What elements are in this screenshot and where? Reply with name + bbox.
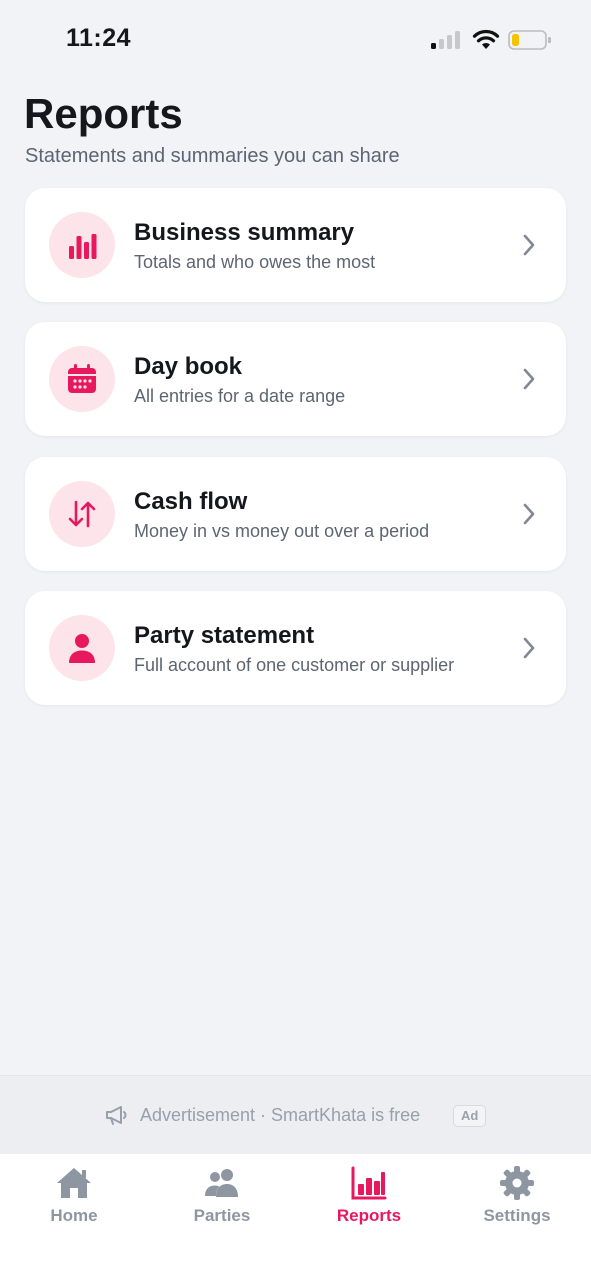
battery-icon (508, 30, 551, 50)
card-icon-badge (49, 615, 115, 681)
bar-chart-icon (351, 1166, 387, 1200)
tab-label: Home (50, 1206, 98, 1225)
cellular-signal-icon (431, 31, 460, 49)
card-description: Money in vs money out over a period (134, 521, 430, 541)
page-title: Reports (24, 90, 183, 137)
card-description: Totals and who owes the most (134, 252, 376, 272)
card-title: Party statement (134, 622, 315, 649)
report-card-business-summary[interactable]: Business summary Totals and who owes the… (25, 188, 566, 302)
report-card-day-book[interactable]: Day book All entries for a date range (25, 322, 566, 436)
tab-parties[interactable]: Parties (148, 1154, 296, 1244)
card-description: All entries for a date range (134, 386, 346, 406)
card-icon-badge (49, 346, 115, 412)
person-icon (69, 634, 95, 663)
ad-banner[interactable]: Advertisement · SmartKhata is free Ad (0, 1075, 591, 1155)
gear-icon (500, 1166, 534, 1200)
tab-reports[interactable]: Reports (295, 1154, 443, 1244)
report-card-party-statement[interactable]: Party statement Full account of one cust… (25, 591, 566, 705)
tab-label: Parties (193, 1206, 251, 1225)
calendar-icon (68, 364, 96, 393)
chevron-right-icon (523, 234, 535, 256)
chevron-right-icon (523, 503, 535, 525)
ad-badge: Ad (453, 1105, 487, 1127)
card-title: Business summary (134, 219, 355, 246)
wifi-icon (472, 29, 500, 49)
bar-chart-icon (69, 234, 97, 259)
page-subtitle: Statements and summaries you can share (25, 145, 400, 167)
home-icon (57, 1168, 91, 1198)
chevron-right-icon (523, 637, 535, 659)
card-icon-badge (49, 481, 115, 547)
tab-label: Reports (336, 1206, 402, 1225)
tab-settings[interactable]: Settings (443, 1154, 591, 1244)
card-title: Day book (134, 353, 243, 380)
card-description: Full account of one customer or supplier (134, 655, 455, 675)
tab-bar: Home Parties Reports Settings (0, 1154, 591, 1280)
tab-label: Settings (483, 1206, 551, 1225)
ad-text: Advertisement · SmartKhata is free (140, 1105, 421, 1125)
card-icon-badge (49, 212, 115, 278)
status-time: 11:24 (66, 24, 132, 52)
megaphone-icon (106, 1106, 127, 1125)
tab-home[interactable]: Home (0, 1154, 148, 1244)
card-title: Cash flow (134, 488, 248, 515)
people-icon (205, 1169, 238, 1197)
report-card-cash-flow[interactable]: Cash flow Money in vs money out over a p… (25, 457, 566, 571)
swap-arrows-icon (68, 500, 96, 528)
status-bar: 11:24 (0, 0, 591, 80)
chevron-right-icon (523, 368, 535, 390)
